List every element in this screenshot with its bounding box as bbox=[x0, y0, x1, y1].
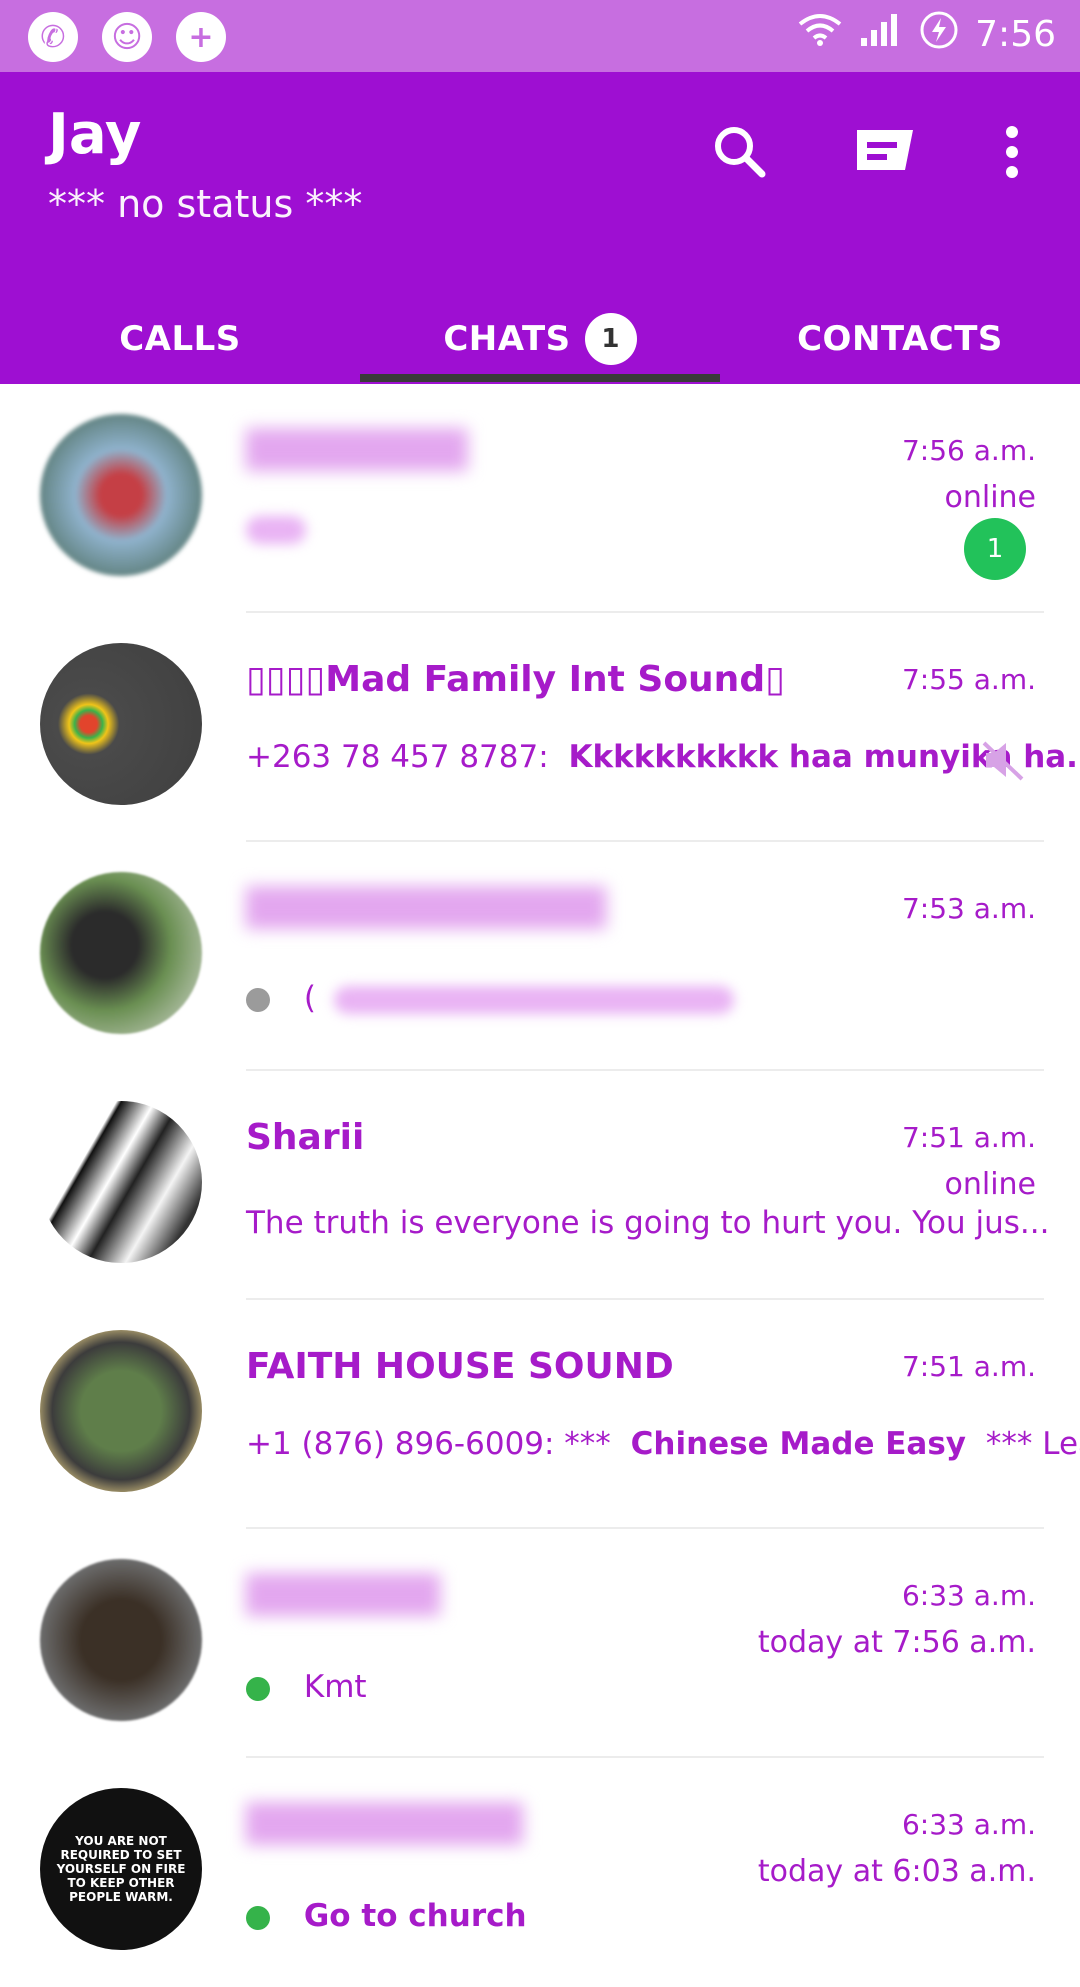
avatar[interactable]: YOU ARE NOT REQUIRED TO SET YOURSELF ON … bbox=[40, 1788, 202, 1950]
message-time: 7:53 a.m. bbox=[901, 892, 1036, 925]
status-bar: ✆ ☺ + 7:56 bbox=[0, 0, 1080, 72]
message-text: Go to church bbox=[303, 1898, 527, 1934]
group-name: FAITH HOUSE SOUND bbox=[246, 1346, 674, 1387]
chat-row[interactable]: Sharii 7:51 a.m. online The truth is eve… bbox=[0, 1071, 1080, 1300]
clock-time: 7:56 bbox=[975, 14, 1056, 55]
active-tab-indicator bbox=[360, 374, 720, 382]
online-dot bbox=[246, 1676, 270, 1701]
group-name: ▯▯▯▯Mad Family Int Sound▯ bbox=[246, 659, 785, 700]
avatar[interactable] bbox=[40, 872, 202, 1034]
avatar[interactable] bbox=[40, 1101, 202, 1263]
profile-name[interactable]: Jay bbox=[48, 102, 141, 167]
muted-icon bbox=[980, 737, 1026, 787]
contact-name: ███████ bbox=[246, 1575, 440, 1616]
chat-list: ████████ 7:56 a.m. online 1 ▯▯▯▯Mad Fami… bbox=[0, 384, 1080, 1987]
chat-row[interactable]: YOU ARE NOT REQUIRED TO SET YOURSELF ON … bbox=[0, 1758, 1080, 1987]
chat-row[interactable]: FAITH HOUSE SOUND 7:51 a.m. +1 (876) 896… bbox=[0, 1300, 1080, 1529]
message-preview: The truth is everyone is going to hurt y… bbox=[246, 1205, 1050, 1241]
avatar[interactable] bbox=[40, 414, 202, 576]
message-text: ( bbox=[303, 980, 316, 1016]
message-preview: Go to church bbox=[246, 1898, 527, 1934]
search-icon[interactable] bbox=[700, 112, 780, 192]
message-text: Kmt bbox=[303, 1669, 367, 1705]
tab-chats[interactable]: CHATS 1 bbox=[360, 294, 720, 384]
wifi-icon bbox=[797, 12, 843, 57]
contact-name: █████████████ bbox=[246, 888, 606, 929]
presence-status: online bbox=[944, 480, 1036, 515]
last-seen: today at 7:56 a.m. bbox=[757, 1625, 1036, 1660]
signal-icon bbox=[859, 12, 903, 57]
message-preview: Kmt bbox=[246, 1669, 367, 1705]
tab-label: CHATS bbox=[443, 319, 571, 359]
contact-name: ██████████ bbox=[246, 1804, 523, 1845]
tab-calls[interactable]: CALLS bbox=[0, 294, 360, 384]
chat-row[interactable]: ▯▯▯▯Mad Family Int Sound▯ 7:55 a.m. +263… bbox=[0, 613, 1080, 842]
message-preview: ( bbox=[246, 980, 734, 1016]
phone-app-icon: ✆ bbox=[28, 12, 78, 62]
tab-contacts[interactable]: CONTACTS bbox=[720, 294, 1080, 384]
last-seen: today at 6:03 a.m. bbox=[757, 1854, 1036, 1889]
new-message-icon[interactable] bbox=[844, 112, 924, 192]
profile-status[interactable]: *** no status *** bbox=[48, 182, 362, 226]
tab-label: CONTACTS bbox=[797, 319, 1003, 359]
message-suffix: *** Lea... bbox=[985, 1426, 1080, 1462]
message-preview: +1 (876) 896-6009: *** Chinese Made Easy… bbox=[246, 1426, 1080, 1462]
message-preview bbox=[246, 510, 306, 546]
message-time: 7:51 a.m. bbox=[901, 1121, 1036, 1154]
message-time: 6:33 a.m. bbox=[901, 1808, 1036, 1841]
avatar-quote-text: YOU ARE NOT REQUIRED TO SET YOURSELF ON … bbox=[56, 1834, 186, 1904]
message-text: Chinese Made Easy bbox=[630, 1426, 967, 1462]
chat-app-icon: ☺ bbox=[102, 12, 152, 62]
online-dot bbox=[246, 1905, 270, 1930]
tab-bar: CALLS CHATS 1 CONTACTS bbox=[0, 294, 1080, 384]
chat-row[interactable]: █████████████ 7:53 a.m. ( bbox=[0, 842, 1080, 1071]
message-time: 6:33 a.m. bbox=[901, 1579, 1036, 1612]
avatar[interactable] bbox=[40, 1559, 202, 1721]
chat-row[interactable]: ████████ 7:56 a.m. online 1 bbox=[0, 384, 1080, 613]
contact-name: Sharii bbox=[246, 1117, 365, 1158]
avatar[interactable] bbox=[40, 1330, 202, 1492]
chat-row[interactable]: ███████ 6:33 a.m. today at 7:56 a.m. Kmt bbox=[0, 1529, 1080, 1758]
message-preview: +263 78 457 8787: Kkkkkkkkkk haa munyika… bbox=[246, 739, 1080, 775]
presence-dot bbox=[246, 987, 270, 1012]
message-time: 7:51 a.m. bbox=[901, 1350, 1036, 1383]
battery-charging-icon bbox=[919, 10, 959, 59]
message-time: 7:55 a.m. bbox=[901, 663, 1036, 696]
tab-label: CALLS bbox=[119, 319, 241, 359]
sender-number: +1 (876) 896-6009: *** bbox=[246, 1426, 611, 1462]
avatar[interactable] bbox=[40, 643, 202, 805]
add-message-icon: + bbox=[176, 12, 226, 62]
unread-badge: 1 bbox=[584, 313, 637, 365]
app-bar: Jay *** no status *** CALLS CHATS 1 CONT… bbox=[0, 72, 1080, 384]
more-options-icon[interactable] bbox=[972, 112, 1052, 192]
message-time: 7:56 a.m. bbox=[901, 434, 1036, 467]
presence-status: online bbox=[944, 1167, 1036, 1202]
contact-name: ████████ bbox=[246, 430, 468, 471]
sender-number: +263 78 457 8787: bbox=[246, 739, 549, 775]
unread-count-badge: 1 bbox=[964, 518, 1026, 580]
